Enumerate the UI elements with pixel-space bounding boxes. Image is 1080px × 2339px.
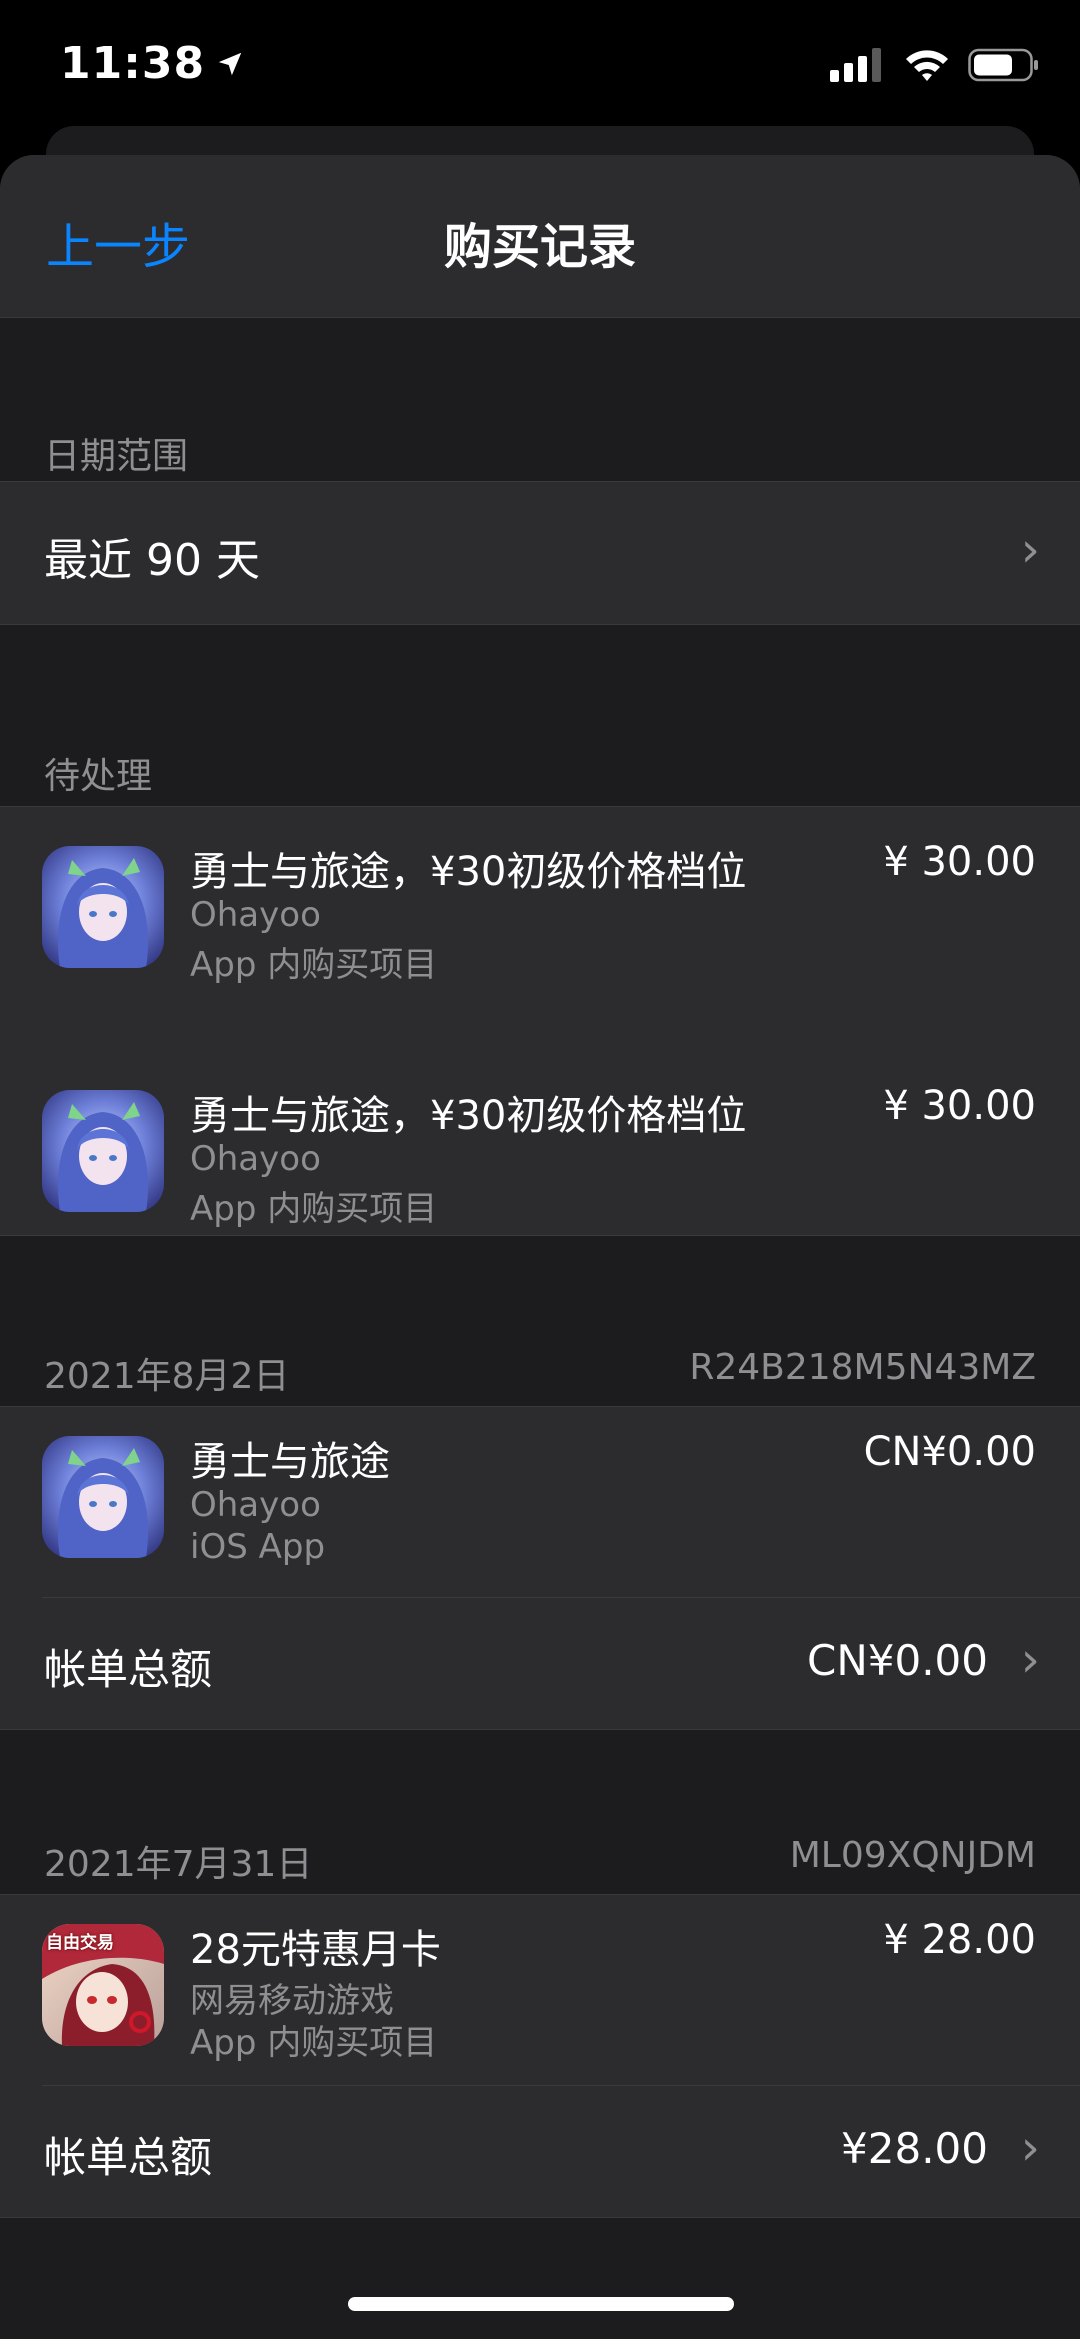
bill-total-label: 帐单总额 bbox=[44, 2133, 213, 2182]
chevron-right-icon: › bbox=[1020, 1632, 1040, 1688]
item-developer: Ohayoo bbox=[190, 1485, 321, 1525]
order-item[interactable]: 勇士与旅途 Ohayoo iOS App CN¥0.00 bbox=[0, 1425, 1080, 1585]
item-type: App 内购买项目 bbox=[190, 2023, 438, 2063]
home-indicator[interactable] bbox=[348, 2297, 734, 2311]
item-price: ¥ 30.00 bbox=[883, 839, 1036, 885]
order-group: 自由交易 28元特惠月卡 网易移动游戏 App 内购买项目 ¥ 28.00 帐单… bbox=[0, 1894, 1080, 2218]
location-arrow-icon bbox=[218, 52, 242, 75]
warrior-journey-app-icon bbox=[42, 846, 164, 968]
item-type: App 内购买项目 bbox=[190, 945, 438, 985]
item-developer: Ohayoo bbox=[190, 1139, 321, 1179]
item-price: CN¥0.00 bbox=[863, 1429, 1036, 1475]
item-developer: Ohayoo bbox=[190, 895, 321, 935]
pending-list: 勇士与旅途，¥30初级价格档位 Ohayoo App 内购买项目 ¥ 30.00… bbox=[0, 806, 1080, 1236]
bill-total-row[interactable]: 帐单总额 CN¥0.00 › bbox=[0, 1598, 1080, 1728]
item-price: ¥ 30.00 bbox=[883, 1083, 1036, 1129]
order-id: ML09XQNJDM bbox=[789, 1835, 1036, 1876]
chevron-right-icon: › bbox=[1020, 522, 1040, 578]
item-name: 勇士与旅途 bbox=[190, 1439, 390, 1485]
warrior-journey-app-icon bbox=[42, 1436, 164, 1558]
pending-header: 待处理 bbox=[44, 756, 153, 797]
order-date: 2021年8月2日 bbox=[44, 1356, 290, 1397]
cellular-signal-icon bbox=[830, 48, 881, 82]
clock: 11:38 bbox=[60, 38, 206, 89]
item-name: 28元特惠月卡 bbox=[190, 1927, 441, 1973]
purchase-history-sheet: 上一步 购买记录 日期范围 最近 90 天 › 待处理 勇士与旅途，¥30初级价… bbox=[0, 155, 1080, 2339]
item-name: 勇士与旅途，¥30初级价格档位 bbox=[190, 849, 747, 895]
item-price: ¥ 28.00 bbox=[883, 1917, 1036, 1963]
date-range-header: 日期范围 bbox=[44, 436, 189, 477]
date-range-row[interactable]: 最近 90 天 › bbox=[0, 481, 1080, 625]
status-bar: 11:38 bbox=[0, 0, 1080, 130]
item-name: 勇士与旅途，¥30初级价格档位 bbox=[190, 1093, 747, 1139]
navigation-bar: 上一步 购买记录 bbox=[0, 155, 1080, 318]
battery-icon bbox=[968, 48, 1038, 82]
item-type: App 内购买项目 bbox=[190, 1189, 438, 1229]
bill-total-label: 帐单总额 bbox=[44, 1645, 213, 1694]
wifi-icon bbox=[906, 50, 948, 81]
pending-item[interactable]: 勇士与旅途，¥30初级价格档位 Ohayoo App 内购买项目 ¥ 30.00 bbox=[0, 825, 1080, 985]
order-group: 勇士与旅途 Ohayoo iOS App CN¥0.00 帐单总额 CN¥0.0… bbox=[0, 1406, 1080, 1730]
page-title: 购买记录 bbox=[443, 219, 636, 275]
status-time: 11:38 bbox=[60, 38, 245, 89]
order-date: 2021年7月31日 bbox=[44, 1844, 313, 1885]
pending-item[interactable]: 勇士与旅途，¥30初级价格档位 Ohayoo App 内购买项目 ¥ 30.00 bbox=[0, 1069, 1080, 1229]
bill-total-value: ¥28.00 bbox=[841, 2124, 988, 2173]
warrior-journey-app-icon bbox=[42, 1090, 164, 1212]
item-type: iOS App bbox=[190, 1527, 326, 1567]
chevron-right-icon: › bbox=[1020, 2120, 1040, 2176]
order-id: R24B218M5N43MZ bbox=[689, 1347, 1036, 1388]
app-icon-label: 自由交易 bbox=[46, 1933, 114, 1953]
bill-total-row[interactable]: 帐单总额 ¥28.00 › bbox=[0, 2086, 1080, 2216]
order-item[interactable]: 自由交易 28元特惠月卡 网易移动游戏 App 内购买项目 ¥ 28.00 bbox=[0, 1913, 1080, 2073]
date-range-value: 最近 90 天 bbox=[44, 535, 260, 586]
bill-total-value: CN¥0.00 bbox=[807, 1636, 988, 1685]
netease-game-app-icon: 自由交易 bbox=[42, 1924, 164, 2046]
